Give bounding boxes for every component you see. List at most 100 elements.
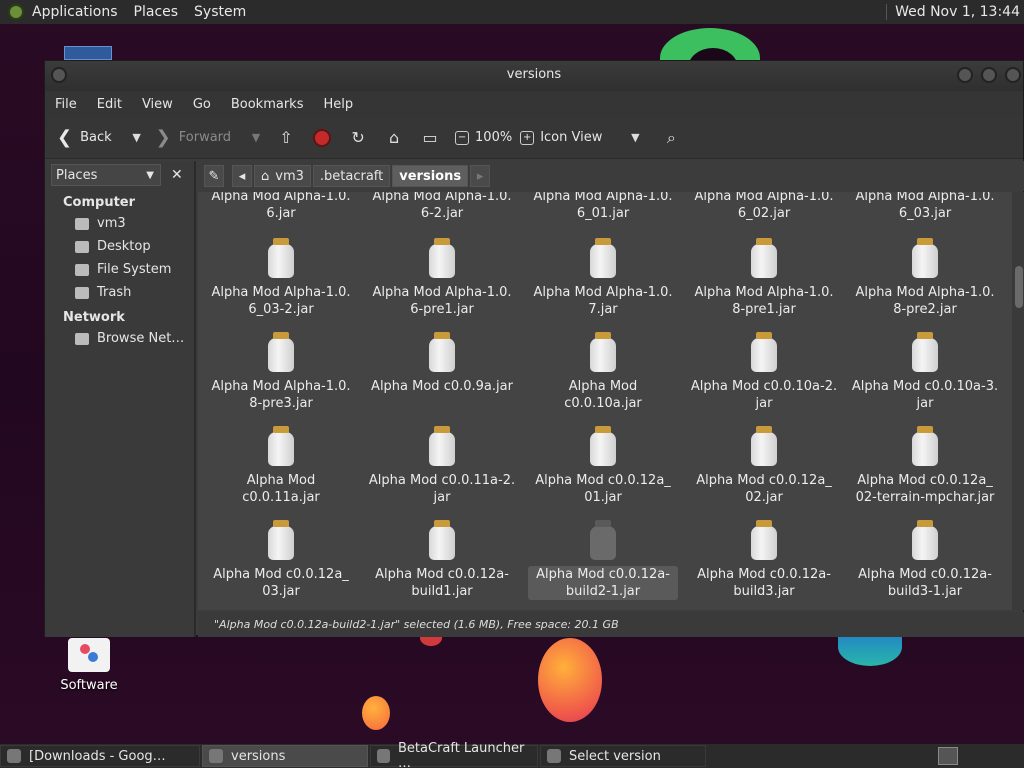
back-arrow-icon: ❮ [57,127,73,148]
file-name: Alpha Mod Alpha-1.0. 8-pre2.jar [855,285,995,317]
forward-button[interactable]: ❯ Forward [156,127,231,148]
zoom-level[interactable]: 100% [475,130,512,145]
sidebar-item-filesystem[interactable]: File System [45,258,194,281]
jar-file-icon [909,238,941,278]
file-item[interactable]: Alpha Mod c0.0.12a-build3-1.jar [850,520,1000,600]
back-button[interactable]: ❮ Back [57,127,112,148]
path-segment-vm3[interactable]: ⌂ vm3 [254,165,311,187]
menu-view[interactable]: View [142,97,173,112]
file-item[interactable]: Alpha Mod Alpha-1.0. 6.jar [206,192,356,222]
sidebar-item-vm3[interactable]: vm3 [45,212,194,235]
up-arrow-icon[interactable]: ⇧ [275,127,297,149]
file-item[interactable]: Alpha Mod c0.0.11a-2. jar [367,426,517,506]
bottom-taskbar: [Downloads - Goog… versions BetaCraft La… [0,741,1024,768]
file-item[interactable]: Alpha Mod c0.0.12a_ 01.jar [528,426,678,506]
sidebar-item-trash[interactable]: Trash [45,281,194,304]
path-scroll-left-icon[interactable]: ◂ [232,165,252,187]
sidebar-item-browse-network[interactable]: Browse Net… [45,327,194,350]
file-item[interactable]: Alpha Mod c0.0.10a.jar [528,332,678,412]
sidebar-close-icon[interactable]: ✕ [171,167,183,183]
search-icon[interactable]: ⌕ [660,127,682,149]
desktop-icon-partial[interactable] [64,46,112,60]
vertical-scrollbar[interactable] [1012,192,1024,610]
window-titlebar[interactable]: versions [45,61,1023,91]
sidebar-item-desktop[interactable]: Desktop [45,235,194,258]
menu-help[interactable]: Help [323,97,353,112]
file-item[interactable]: Alpha Mod Alpha-1.0. 8-pre2.jar [850,238,1000,318]
scrollbar-thumb[interactable] [1015,266,1023,308]
file-item[interactable]: Alpha Mod c0.0.11a.jar [206,426,356,506]
file-manager-window: versions File Edit View Go Bookmarks Hel… [44,60,1024,637]
file-name: Alpha Mod Alpha-1.0. 6_03-2.jar [211,285,351,317]
file-item[interactable]: Alpha Mod Alpha-1.0. 7.jar [528,238,678,318]
desktop-icon-software[interactable]: Software [56,638,122,693]
menu-go[interactable]: Go [193,97,211,112]
file-item[interactable]: Alpha Mod c0.0.12a-build3.jar [689,520,839,600]
file-item[interactable]: Alpha Mod Alpha-1.0. 8-pre3.jar [206,332,356,412]
home-icon[interactable]: ⌂ [383,127,405,149]
zoom-out-icon[interactable]: − [455,130,470,145]
distro-logo-icon[interactable] [8,4,24,20]
task-betacraft[interactable]: BetaCraft Launcher … [370,741,538,768]
file-icon-view[interactable]: Alpha Mod Alpha-1.0. 6.jar Alpha Mod Alpha… [198,192,1012,610]
jar-file-icon [265,238,297,278]
task-select-version[interactable]: Select version [540,745,706,767]
close-button[interactable] [1005,67,1021,83]
window-menu-icon[interactable] [51,67,67,83]
menu-system[interactable]: System [194,4,246,20]
file-item[interactable]: Alpha Mod c0.0.12a_ 02-terrain-mpchar.jar [850,426,1000,506]
path-segment-betacraft[interactable]: .betacraft [312,165,391,187]
file-name: Alpha Mod Alpha-1.0. 6-pre1.jar [372,285,512,317]
forward-history-dropdown-icon[interactable]: ▼ [245,127,267,149]
jar-file-icon [265,520,297,560]
file-item[interactable]: Alpha Mod Alpha-1.0. 8-pre1.jar [689,238,839,318]
menu-applications[interactable]: Applications [32,4,118,20]
stop-icon[interactable] [311,127,333,149]
computer-icon[interactable]: ▭ [419,127,441,149]
file-item[interactable]: Alpha Mod Alpha-1.0. 6_03-2.jar [206,238,356,318]
home-folder-icon [75,217,89,230]
sidebar-item-label: Trash [97,285,132,300]
file-name: Alpha Mod c0.0.12a_ 02-terrain-mpchar.jar [855,473,995,505]
view-mode-select[interactable]: Icon View [540,130,602,145]
view-mode-dropdown-icon[interactable]: ▼ [624,127,646,149]
file-name: Alpha Mod c0.0.12a_ 02.jar [696,473,832,505]
status-bar: "Alpha Mod c0.0.12a-build2-1.jar" select… [198,612,1024,637]
path-segment-versions[interactable]: versions [392,165,469,187]
file-item[interactable]: Alpha Mod c0.0.12a_ 02.jar [689,426,839,506]
reload-icon[interactable]: ↻ [347,127,369,149]
app-icon [377,749,390,763]
forward-arrow-icon: ❯ [155,127,171,148]
file-item[interactable]: Alpha Mod c0.0.10a-2. jar [689,332,839,412]
minimize-button[interactable] [957,67,973,83]
app-icon [547,749,561,763]
file-item[interactable]: Alpha Mod Alpha-1.0. 6_03.jar [850,192,1000,222]
path-scroll-right-icon[interactable]: ▸ [470,165,491,187]
task-downloads[interactable]: [Downloads - Goog… [0,745,200,767]
zoom-in-icon[interactable]: + [520,130,535,145]
sidebar: Places ▼ ✕ Computer vm3 Desktop File Sys… [45,161,196,637]
file-item[interactable]: Alpha Mod c0.0.12a-build1.jar [367,520,517,600]
sidebar-selector[interactable]: Places ▼ [51,164,161,186]
file-item[interactable]: Alpha Mod c0.0.12a_ 03.jar [206,520,356,600]
task-versions[interactable]: versions [202,745,368,767]
file-item[interactable]: Alpha Mod Alpha-1.0. 6-2.jar [367,192,517,222]
task-label: [Downloads - Goog… [29,748,166,764]
clock[interactable]: Wed Nov 1, 13:44 [886,4,1020,20]
file-item[interactable]: Alpha Mod Alpha-1.0. 6_01.jar [528,192,678,222]
menu-bookmarks[interactable]: Bookmarks [231,97,304,112]
file-item[interactable]: Alpha Mod c0.0.10a-3. jar [850,332,1000,412]
show-desktop-icon[interactable] [938,747,958,765]
back-history-dropdown-icon[interactable]: ▼ [126,127,148,149]
file-item[interactable]: Alpha Mod Alpha-1.0. 6-pre1.jar [367,238,517,318]
menu-edit[interactable]: Edit [97,97,122,112]
edit-location-icon[interactable]: ✎ [204,165,224,187]
maximize-button[interactable] [981,67,997,83]
file-name: Alpha Mod Alpha-1.0. 6_02.jar [694,192,834,221]
file-item[interactable]: Alpha Mod c0.0.12a-build2-1.jar [528,520,678,600]
file-item[interactable]: Alpha Mod c0.0.9a.jar [367,332,517,395]
menu-file[interactable]: File [55,97,77,112]
file-item[interactable]: Alpha Mod Alpha-1.0. 6_02.jar [689,192,839,222]
file-name: Alpha Mod c0.0.12a-build3-1.jar [858,567,992,599]
menu-places[interactable]: Places [134,4,179,20]
